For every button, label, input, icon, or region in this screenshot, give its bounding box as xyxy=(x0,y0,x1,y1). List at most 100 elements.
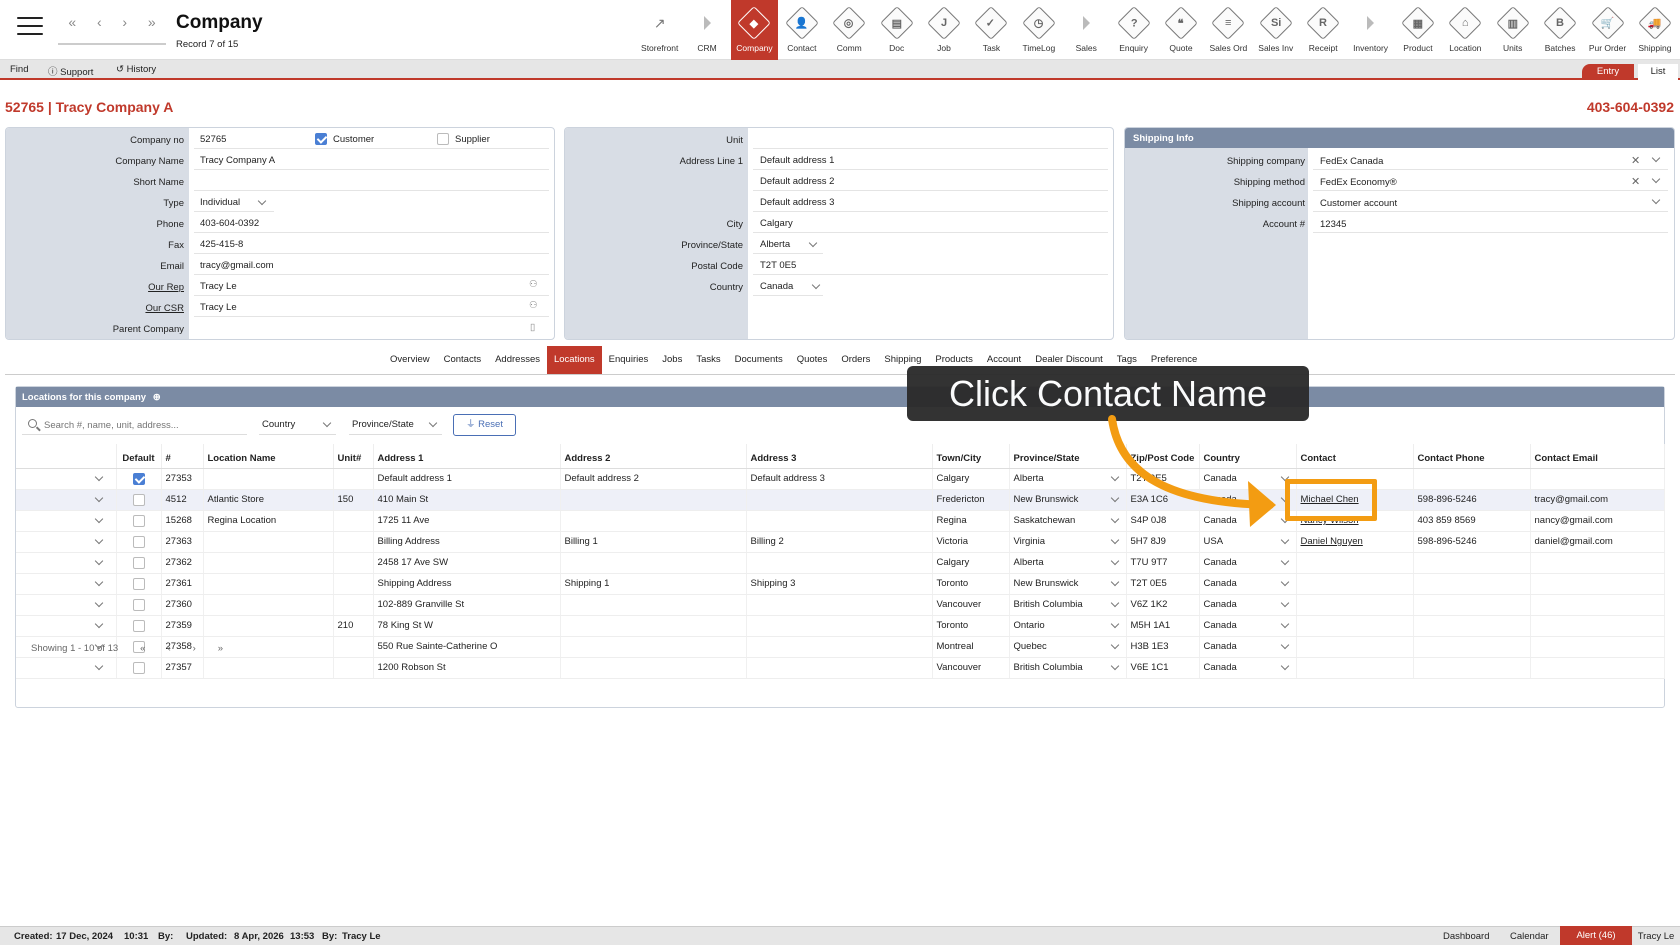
chevron-down-icon[interactable] xyxy=(1110,640,1119,649)
reset-filters-button[interactable]: ⏚ Reset xyxy=(453,414,516,436)
table-row[interactable]: 27357 1200 Robson St Vancouver British Colu… xyxy=(16,657,1665,679)
chevron-down-icon[interactable] xyxy=(94,577,104,586)
chevron-down-icon[interactable] xyxy=(94,661,104,670)
module-product[interactable]: ▦ Product xyxy=(1394,0,1441,60)
chevron-down-icon[interactable] xyxy=(1110,619,1119,628)
module-shipping[interactable]: 🚚 Shipping xyxy=(1631,0,1678,60)
module-job[interactable]: J Job xyxy=(920,0,967,60)
user-icon[interactable]: ⚇ xyxy=(529,300,538,311)
our-csr-link[interactable]: Our CSR xyxy=(6,303,184,314)
shipping-company-select[interactable]: FedEx Canada xyxy=(1320,156,1383,167)
cell-contact[interactable] xyxy=(1296,657,1414,679)
column-header[interactable]: Contact Email xyxy=(1530,444,1665,469)
shipping-method-select[interactable]: FedEx Economy® xyxy=(1320,177,1397,188)
chevron-down-icon[interactable] xyxy=(1110,577,1119,586)
module-enquiry[interactable]: ? Enquiry xyxy=(1110,0,1157,60)
our-csr-field[interactable]: Tracy Le xyxy=(200,302,237,313)
chevron-down-icon[interactable] xyxy=(1651,195,1661,205)
entry-view-button[interactable]: Entry xyxy=(1582,64,1634,80)
table-row[interactable]: 27362 2458 17 Ave SW Calgary Alberta T7U 9T7… xyxy=(16,552,1665,574)
module-sales[interactable]: Sales xyxy=(1063,0,1110,60)
clear-icon[interactable]: ✕ xyxy=(1631,154,1640,167)
province-select[interactable]: Alberta xyxy=(760,239,790,250)
module-company[interactable]: ◆ Company xyxy=(730,0,779,60)
first-record-icon[interactable]: « xyxy=(68,14,76,30)
column-header[interactable]: Default xyxy=(116,444,162,469)
chevron-down-icon[interactable] xyxy=(811,280,821,290)
last-record-icon[interactable]: » xyxy=(148,14,156,30)
default-checkbox[interactable] xyxy=(132,494,145,506)
chevron-down-icon[interactable] xyxy=(1280,577,1289,586)
column-header[interactable]: Contact Phone xyxy=(1413,444,1531,469)
row-expand-cell[interactable] xyxy=(16,657,117,679)
prev-record-icon[interactable]: ‹ xyxy=(97,14,102,30)
prev-page-icon[interactable]: ‹ xyxy=(167,643,170,654)
cell-contact[interactable] xyxy=(1296,573,1414,595)
tab-locations[interactable]: Locations xyxy=(546,346,602,374)
chevron-down-icon[interactable] xyxy=(94,556,104,565)
table-row[interactable]: 27359 210 78 King St W Toronto Ontario M5H 1A… xyxy=(16,615,1665,637)
current-user[interactable]: Tracy Le xyxy=(1633,931,1679,942)
table-row[interactable]: 27360 102-889 Granville St Vancouver Britis… xyxy=(16,594,1665,616)
column-header[interactable]: Unit# xyxy=(333,444,374,469)
city-field[interactable]: Calgary xyxy=(760,218,793,229)
country-filter[interactable]: Country xyxy=(259,415,336,435)
province-filter[interactable]: Province/State xyxy=(349,415,442,435)
next-page-icon[interactable]: › xyxy=(193,643,196,654)
chevron-down-icon[interactable] xyxy=(1110,598,1119,607)
customer-checkbox[interactable] xyxy=(315,133,327,145)
module-doc[interactable]: ▤ Doc xyxy=(873,0,920,60)
row-expand-cell[interactable] xyxy=(16,510,117,532)
module-contact[interactable]: 👤 Contact xyxy=(778,0,825,60)
find-button[interactable]: Find xyxy=(10,64,28,75)
our-rep-field[interactable]: Tracy Le xyxy=(200,281,237,292)
column-header[interactable]: Address 2 xyxy=(560,444,747,469)
module-task[interactable]: ✓ Task xyxy=(968,0,1015,60)
tab-documents[interactable]: Documents xyxy=(728,346,790,374)
email-field[interactable]: tracy@gmail.com xyxy=(200,260,274,271)
module-batches[interactable]: B Batches xyxy=(1536,0,1583,60)
chevron-down-icon[interactable] xyxy=(94,472,104,481)
chevron-down-icon[interactable] xyxy=(1280,661,1289,670)
module-comm[interactable]: ◎ Comm xyxy=(826,0,873,60)
tab-quotes[interactable]: Quotes xyxy=(790,346,835,374)
cell-contact[interactable]: Daniel Nguyen xyxy=(1296,531,1414,553)
column-header[interactable]: Address 3 xyxy=(746,444,933,469)
column-header[interactable]: Town/City xyxy=(932,444,1010,469)
company-name-field[interactable]: Tracy Company A xyxy=(200,155,275,166)
tab-addresses[interactable]: Addresses xyxy=(488,346,547,374)
postal-code-field[interactable]: T2T 0E5 xyxy=(760,260,796,271)
default-checkbox[interactable] xyxy=(132,620,145,632)
chevron-down-icon[interactable] xyxy=(1110,661,1119,670)
module-storefront[interactable]: ↗ Storefront xyxy=(636,0,683,60)
chevron-down-icon[interactable] xyxy=(1280,556,1289,565)
table-row[interactable]: 27358 550 Rue Sainte-Catherine O Montreal Q… xyxy=(16,636,1665,658)
company-no-field[interactable]: 52765 xyxy=(200,134,226,145)
type-select[interactable]: Individual xyxy=(200,197,240,208)
chevron-down-icon[interactable] xyxy=(257,196,267,206)
module-crm[interactable]: CRM xyxy=(683,0,730,60)
chevron-down-icon[interactable] xyxy=(94,598,104,607)
cell-contact[interactable] xyxy=(1296,615,1414,637)
default-checkbox[interactable] xyxy=(132,662,145,674)
hamburger-menu-icon[interactable] xyxy=(17,17,43,39)
contact-name-link[interactable]: Daniel Nguyen xyxy=(1301,536,1363,547)
column-header[interactable] xyxy=(16,444,117,469)
module-receipt[interactable]: R Receipt xyxy=(1299,0,1346,60)
table-row[interactable]: 27361 Shipping Address Shipping 1 Shipping … xyxy=(16,573,1665,595)
address-line2-field[interactable]: Default address 2 xyxy=(760,176,834,187)
column-header[interactable]: Location Name xyxy=(203,444,334,469)
tab-jobs[interactable]: Jobs xyxy=(655,346,689,374)
default-checkbox[interactable] xyxy=(132,578,145,590)
address-line3-field[interactable]: Default address 3 xyxy=(760,197,834,208)
row-expand-cell[interactable] xyxy=(16,531,117,553)
module-quote[interactable]: ❝ Quote xyxy=(1157,0,1204,60)
default-checkbox[interactable] xyxy=(132,473,145,485)
column-header[interactable]: Contact xyxy=(1296,444,1414,469)
module-location[interactable]: ⌂ Location xyxy=(1442,0,1489,60)
tab-enquiries[interactable]: Enquiries xyxy=(602,346,656,374)
table-row[interactable]: 27353 Default address 1 Default address 2 D… xyxy=(16,468,1665,490)
row-expand-cell[interactable] xyxy=(16,573,117,595)
module-pur-order[interactable]: 🛒 Pur Order xyxy=(1584,0,1631,60)
row-expand-cell[interactable] xyxy=(16,489,117,511)
